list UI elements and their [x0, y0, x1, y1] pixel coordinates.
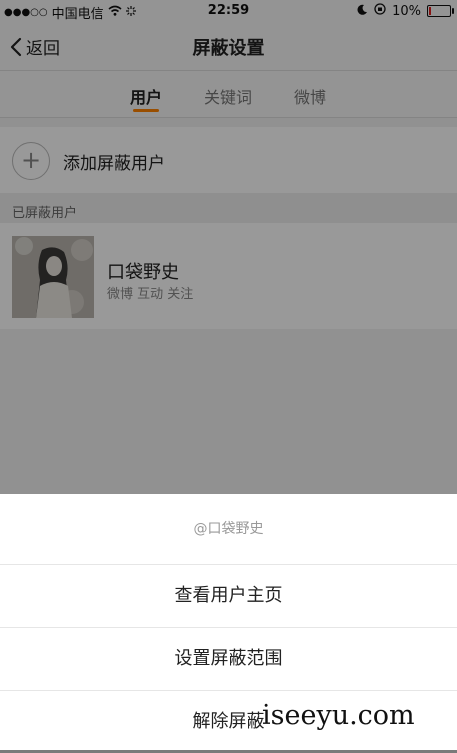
view-user-homepage-button[interactable]: 查看用户主页	[0, 565, 457, 628]
watermark: iseeyu.com	[262, 700, 415, 731]
action-sheet-title: @口袋野史	[0, 494, 457, 565]
set-block-scope-button[interactable]: 设置屏蔽范围	[0, 628, 457, 691]
